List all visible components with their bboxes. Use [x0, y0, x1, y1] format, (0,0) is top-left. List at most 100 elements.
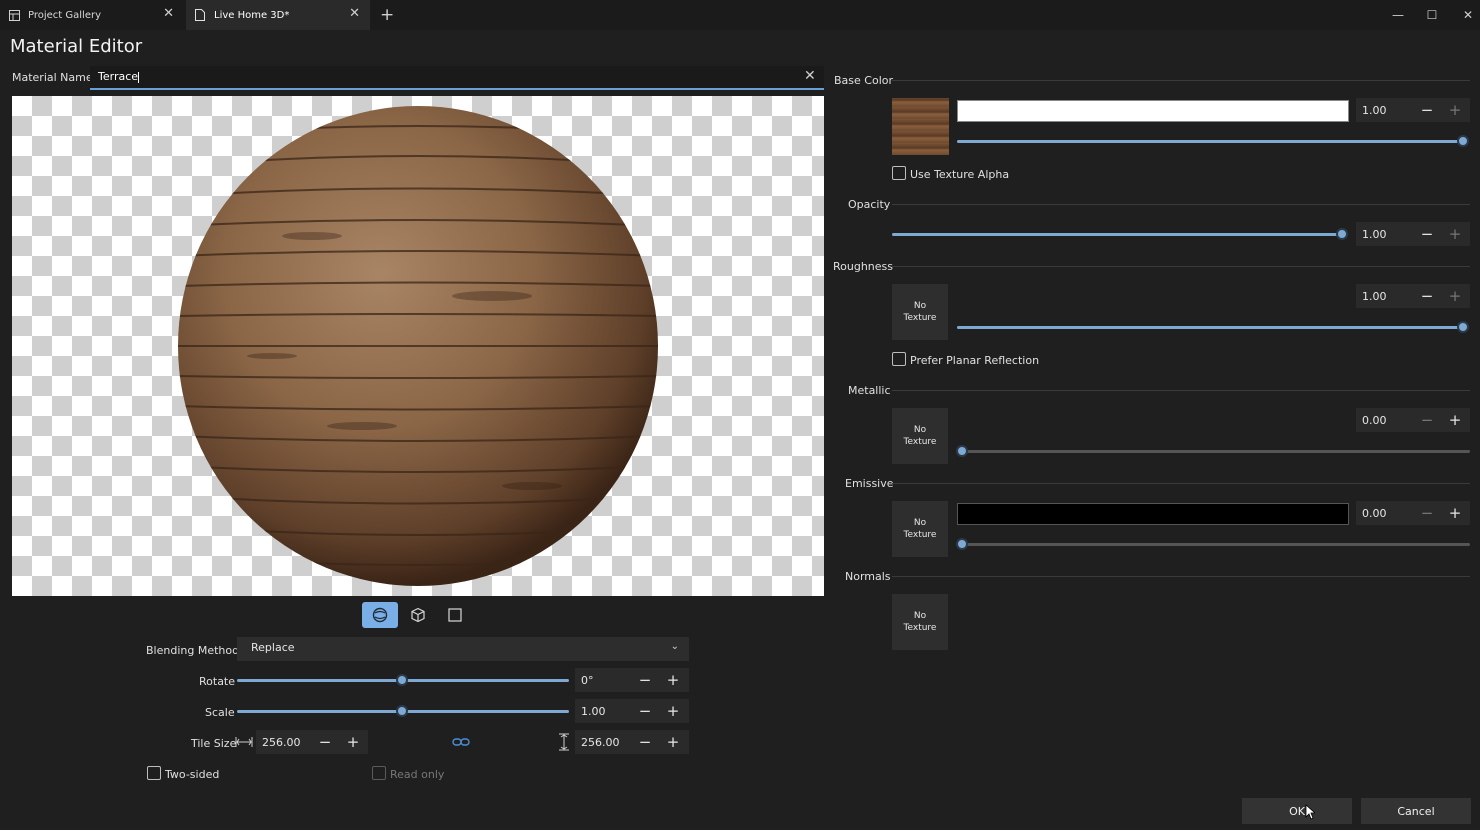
- material-name-value: Terrace: [98, 70, 139, 83]
- minus-icon[interactable]: −: [1417, 503, 1437, 523]
- no-texture-label: No Texture: [903, 301, 937, 323]
- roughness-texture-slot[interactable]: No Texture: [892, 284, 948, 340]
- maximize-icon[interactable]: ☐: [1414, 0, 1450, 30]
- plus-icon[interactable]: +: [343, 732, 363, 752]
- gallery-icon: [8, 9, 20, 21]
- sphere-view-button[interactable]: [362, 602, 398, 628]
- divider: [892, 80, 1470, 81]
- opacity-label: Opacity: [848, 198, 891, 211]
- emissive-color-swatch[interactable]: [957, 503, 1349, 525]
- blending-method-value: Replace: [251, 641, 295, 654]
- metallic-slider[interactable]: [957, 450, 1470, 453]
- plus-icon[interactable]: +: [663, 732, 683, 752]
- rotate-value: 0°: [581, 673, 594, 687]
- tile-size-label: Tile Size: [191, 737, 237, 750]
- base-color-texture-thumbnail[interactable]: [892, 98, 949, 155]
- minimize-icon[interactable]: —: [1380, 0, 1416, 30]
- base-color-slider[interactable]: [957, 140, 1465, 143]
- base-color-value: 1.00: [1362, 103, 1387, 117]
- close-window-icon[interactable]: ✕: [1450, 0, 1480, 30]
- cancel-button[interactable]: Cancel: [1361, 798, 1471, 824]
- tab-project-gallery[interactable]: Project Gallery ✕: [0, 0, 184, 30]
- material-name-label: Material Name: [12, 71, 93, 84]
- rotate-label: Rotate: [199, 675, 236, 688]
- divider: [892, 204, 1470, 205]
- ok-label: OK: [1289, 804, 1305, 818]
- minus-icon[interactable]: −: [315, 732, 335, 752]
- prefer-planar-reflection-label: Prefer Planar Reflection: [910, 354, 1040, 367]
- divider: [892, 266, 1470, 267]
- document-icon: [194, 9, 206, 21]
- minus-icon[interactable]: −: [1417, 224, 1437, 244]
- prefer-planar-reflection-checkbox[interactable]: [892, 352, 906, 366]
- material-name-input[interactable]: Terrace: [90, 66, 824, 90]
- divider: [892, 576, 1470, 577]
- base-color-slider-thumb[interactable]: [1457, 135, 1469, 147]
- plane-view-button[interactable]: [437, 602, 473, 628]
- plus-icon[interactable]: +: [1445, 286, 1465, 306]
- metallic-label: Metallic: [848, 384, 891, 397]
- minus-icon[interactable]: −: [1417, 286, 1437, 306]
- close-icon[interactable]: ✕: [349, 7, 360, 20]
- plus-icon[interactable]: +: [1445, 410, 1465, 430]
- minus-icon[interactable]: −: [1417, 410, 1437, 430]
- plus-icon[interactable]: +: [1445, 224, 1465, 244]
- minus-icon[interactable]: −: [635, 670, 655, 690]
- opacity-slider-thumb[interactable]: [1336, 228, 1348, 240]
- metallic-texture-slot[interactable]: No Texture: [892, 408, 948, 464]
- plus-icon[interactable]: +: [663, 701, 683, 721]
- tab-label: Project Gallery: [28, 9, 102, 21]
- width-arrows-icon: [235, 735, 253, 752]
- tab-label: Live Home 3D*: [214, 9, 290, 21]
- tab-live-home[interactable]: Live Home 3D* ✕: [186, 0, 370, 30]
- emissive-slider[interactable]: [957, 543, 1470, 546]
- emissive-texture-slot[interactable]: No Texture: [892, 501, 948, 557]
- normals-texture-slot[interactable]: No Texture: [892, 594, 948, 650]
- emissive-value: 0.00: [1362, 506, 1387, 520]
- square-icon: [448, 608, 462, 622]
- page-title: Material Editor: [10, 36, 143, 57]
- two-sided-label: Two-sided: [165, 768, 220, 781]
- new-tab-plus-icon[interactable]: +: [380, 5, 394, 25]
- divider: [892, 483, 1470, 484]
- blending-method-dropdown[interactable]: Replace ⌄: [237, 637, 689, 661]
- plus-icon[interactable]: +: [1445, 503, 1465, 523]
- read-only-checkbox[interactable]: [372, 766, 386, 780]
- minus-icon[interactable]: −: [635, 701, 655, 721]
- roughness-label: Roughness: [833, 260, 894, 273]
- emissive-slider-thumb[interactable]: [956, 538, 968, 550]
- scale-value: 1.00: [581, 704, 606, 718]
- scale-slider-thumb[interactable]: [396, 705, 408, 717]
- clear-icon[interactable]: ✕: [804, 68, 816, 84]
- roughness-slider-thumb[interactable]: [1457, 321, 1469, 333]
- close-icon[interactable]: ✕: [163, 7, 174, 20]
- material-preview: [12, 96, 824, 596]
- sphere-icon: [372, 607, 388, 623]
- rotate-slider-thumb[interactable]: [396, 674, 408, 686]
- metallic-value: 0.00: [1362, 413, 1387, 427]
- use-texture-alpha-checkbox[interactable]: [892, 166, 906, 180]
- plus-icon[interactable]: +: [1445, 100, 1465, 120]
- cube-view-button[interactable]: [400, 602, 436, 628]
- cube-icon: [411, 607, 425, 623]
- blending-method-label: Blending Method: [146, 644, 240, 657]
- ok-button[interactable]: OK: [1242, 798, 1352, 824]
- roughness-value: 1.00: [1362, 289, 1387, 303]
- emissive-label: Emissive: [845, 477, 894, 490]
- link-icon[interactable]: [452, 737, 470, 750]
- cancel-label: Cancel: [1397, 804, 1435, 818]
- plus-icon[interactable]: +: [663, 670, 683, 690]
- two-sided-checkbox[interactable]: [147, 766, 161, 780]
- minus-icon[interactable]: −: [635, 732, 655, 752]
- normals-label: Normals: [845, 570, 891, 583]
- opacity-slider[interactable]: [892, 233, 1344, 236]
- height-arrows-icon: [557, 733, 571, 754]
- divider: [892, 390, 1470, 391]
- no-texture-label: No Texture: [903, 425, 937, 447]
- metallic-slider-thumb[interactable]: [956, 445, 968, 457]
- roughness-slider[interactable]: [957, 326, 1465, 329]
- tile-height-value: 256.00: [581, 735, 620, 749]
- minus-icon[interactable]: −: [1417, 100, 1437, 120]
- base-color-swatch[interactable]: [957, 100, 1349, 122]
- chevron-down-icon: ⌄: [670, 641, 679, 652]
